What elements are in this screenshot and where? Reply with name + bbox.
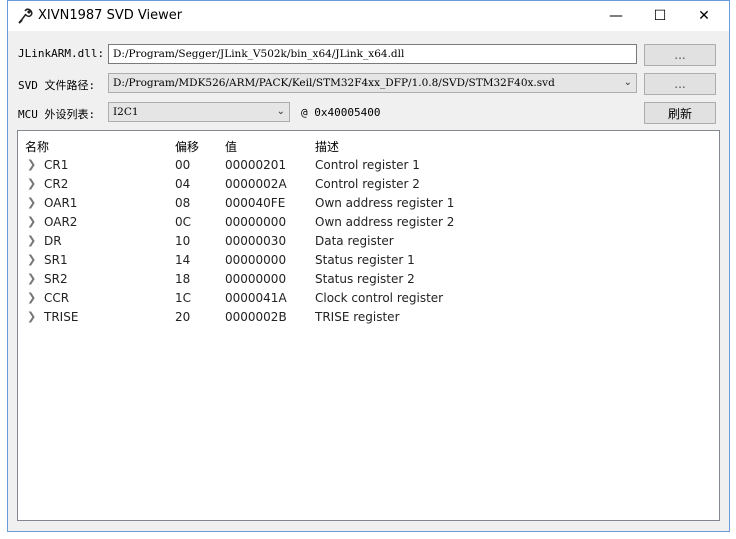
register-value: 0000002A [225,177,287,191]
register-name: CR2 [44,177,69,191]
register-value: 00000000 [225,272,287,286]
chevron-right-icon[interactable]: ❯ [27,158,36,171]
chevron-down-icon: ⌄ [276,106,285,117]
register-name: SR2 [44,272,68,286]
register-offset: 20 [175,310,191,324]
column-header-offset[interactable]: 偏移 [175,138,199,155]
register-name: CR1 [44,158,69,172]
register-value: 00000030 [225,234,287,248]
window-title: XIVN1987 SVD Viewer [38,8,183,23]
refresh-button[interactable]: 刷新 [644,102,716,124]
register-description: TRISE register [315,310,400,324]
table-row[interactable]: ❯ DR 10 00000030 Data register [18,233,718,252]
chevron-right-icon[interactable]: ❯ [27,215,36,228]
table-row[interactable]: ❯ CR2 04 0000002A Control register 2 [18,176,718,195]
register-description: Data register [315,234,394,248]
register-name: DR [44,234,62,248]
wrench-icon [18,8,33,24]
title-bar[interactable]: XIVN1987 SVD Viewer — ☐ ✕ [8,1,729,31]
table-row[interactable]: ❯ OAR2 0C 00000000 Own address register … [18,214,718,233]
mcu-peripheral-combo[interactable]: I2C1 ⌄ [108,102,290,122]
table-row[interactable]: ❯ TRISE 20 0000002B TRISE register [18,309,718,328]
chevron-down-icon: ⌄ [623,77,632,88]
jlink-browse-button[interactable]: ... [644,44,716,66]
jlink-path-field[interactable]: D:/Program/Segger/JLink_V502k/bin_x64/JL… [108,44,637,64]
register-offset: 14 [175,253,191,267]
maximize-button[interactable]: ☐ [637,1,683,31]
register-offset: 1C [175,291,192,305]
register-description: Own address register 2 [315,215,455,229]
register-value: 00000000 [225,215,287,229]
chevron-right-icon[interactable]: ❯ [27,196,36,209]
chevron-right-icon[interactable]: ❯ [27,310,36,323]
jlink-label: JLinkARM.dll: [18,47,105,60]
register-name: OAR1 [44,196,78,210]
table-row[interactable]: ❯ SR2 18 00000000 Status register 2 [18,271,718,290]
column-header-description[interactable]: 描述 [315,138,339,155]
chevron-right-icon[interactable]: ❯ [27,234,36,247]
register-value: 000040FE [225,196,286,210]
register-tree[interactable]: 名称 偏移 值 描述 ❯ CR1 00 00000201 Control reg… [17,130,720,521]
chevron-right-icon[interactable]: ❯ [27,291,36,304]
register-name: SR1 [44,253,68,267]
register-name: TRISE [44,310,79,324]
register-offset: 04 [175,177,191,191]
register-value: 0000002B [225,310,287,324]
table-row[interactable]: ❯ SR1 14 00000000 Status register 1 [18,252,718,271]
minimize-button[interactable]: — [593,1,639,31]
peripheral-address: @ 0x40005400 [301,106,381,119]
chevron-right-icon[interactable]: ❯ [27,177,36,190]
register-name: OAR2 [44,215,78,229]
register-description: Status register 2 [315,272,415,286]
close-button[interactable]: ✕ [681,1,727,31]
column-header-name[interactable]: 名称 [25,138,49,155]
table-row[interactable]: ❯ OAR1 08 000040FE Own address register … [18,195,718,214]
table-row[interactable]: ❯ CCR 1C 0000041A Clock control register [18,290,718,309]
register-value: 00000201 [225,158,287,172]
register-description: Control register 2 [315,177,420,191]
register-offset: 00 [175,158,191,172]
column-header-value[interactable]: 值 [225,138,237,155]
register-description: Control register 1 [315,158,420,172]
register-value: 0000041A [225,291,287,305]
chevron-right-icon[interactable]: ❯ [27,253,36,266]
chevron-right-icon[interactable]: ❯ [27,272,36,285]
register-description: Status register 1 [315,253,415,267]
register-offset: 0C [175,215,192,229]
register-offset: 08 [175,196,191,210]
register-value: 00000000 [225,253,287,267]
register-offset: 10 [175,234,191,248]
register-description: Clock control register [315,291,444,305]
svd-path-combo[interactable]: D:/Program/MDK526/ARM/PACK/Keil/STM32F4x… [108,73,637,93]
register-offset: 18 [175,272,191,286]
main-window: XIVN1987 SVD Viewer — ☐ ✕ JLinkARM.dll: … [7,0,730,532]
svd-browse-button[interactable]: ... [644,73,716,95]
mcu-peripheral-value: I2C1 [113,106,139,118]
table-row[interactable]: ❯ CR1 00 00000201 Control register 1 [18,157,718,176]
svd-path-value: D:/Program/MDK526/ARM/PACK/Keil/STM32F4x… [113,77,555,89]
register-description: Own address register 1 [315,196,455,210]
register-name: CCR [44,291,70,305]
svd-label: SVD 文件路径: [18,79,96,92]
mcu-label: MCU 外设列表: [18,108,96,121]
